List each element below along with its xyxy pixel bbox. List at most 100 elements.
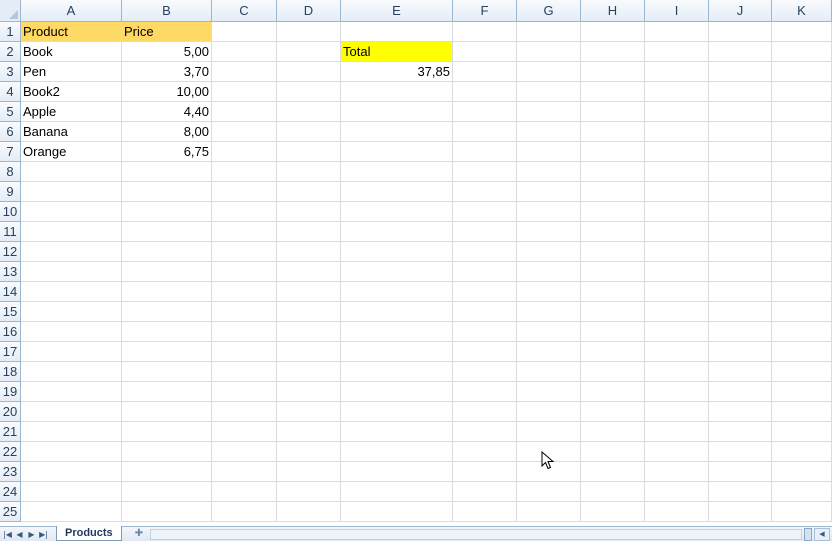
cell-f3[interactable] <box>453 62 517 82</box>
cell-b16[interactable] <box>122 322 212 342</box>
cell-f23[interactable] <box>453 462 517 482</box>
cell-h11[interactable] <box>581 222 645 242</box>
cell-d20[interactable] <box>277 402 341 422</box>
cell-k17[interactable] <box>772 342 832 362</box>
cell-g17[interactable] <box>517 342 581 362</box>
cell-k8[interactable] <box>772 162 832 182</box>
cell-b18[interactable] <box>122 362 212 382</box>
cell-j19[interactable] <box>709 382 772 402</box>
cell-g3[interactable] <box>517 62 581 82</box>
cell-h18[interactable] <box>581 362 645 382</box>
horizontal-scrollbar[interactable] <box>150 529 802 540</box>
cell-i13[interactable] <box>645 262 709 282</box>
cell-f16[interactable] <box>453 322 517 342</box>
cell-f14[interactable] <box>453 282 517 302</box>
cell-c9[interactable] <box>212 182 277 202</box>
cell-a3[interactable]: Pen <box>21 62 122 82</box>
cell-f2[interactable] <box>453 42 517 62</box>
cell-j14[interactable] <box>709 282 772 302</box>
cell-f11[interactable] <box>453 222 517 242</box>
cell-e16[interactable] <box>341 322 453 342</box>
cell-e9[interactable] <box>341 182 453 202</box>
cell-b10[interactable] <box>122 202 212 222</box>
cell-e17[interactable] <box>341 342 453 362</box>
cell-d12[interactable] <box>277 242 341 262</box>
cell-h13[interactable] <box>581 262 645 282</box>
cell-c18[interactable] <box>212 362 277 382</box>
cell-b5[interactable]: 4,40 <box>122 102 212 122</box>
cell-f9[interactable] <box>453 182 517 202</box>
cell-h21[interactable] <box>581 422 645 442</box>
cell-j1[interactable] <box>709 22 772 42</box>
cell-k25[interactable] <box>772 502 832 522</box>
insert-sheet-icon[interactable]: ✚ <box>130 528 148 540</box>
cell-c2[interactable] <box>212 42 277 62</box>
cell-d5[interactable] <box>277 102 341 122</box>
cell-e1[interactable] <box>341 22 453 42</box>
cell-c11[interactable] <box>212 222 277 242</box>
cell-a1[interactable]: Product <box>21 22 122 42</box>
cell-k2[interactable] <box>772 42 832 62</box>
row-header-13[interactable]: 13 <box>0 262 21 282</box>
cell-d8[interactable] <box>277 162 341 182</box>
cell-i6[interactable] <box>645 122 709 142</box>
cell-c23[interactable] <box>212 462 277 482</box>
cell-d4[interactable] <box>277 82 341 102</box>
cell-g25[interactable] <box>517 502 581 522</box>
cell-f7[interactable] <box>453 142 517 162</box>
cell-k12[interactable] <box>772 242 832 262</box>
cell-a9[interactable] <box>21 182 122 202</box>
cell-i19[interactable] <box>645 382 709 402</box>
row-header-18[interactable]: 18 <box>0 362 21 382</box>
scroll-left-icon[interactable]: ◀ <box>814 528 830 541</box>
cell-b6[interactable]: 8,00 <box>122 122 212 142</box>
cell-c13[interactable] <box>212 262 277 282</box>
cell-e2[interactable]: Total <box>341 42 453 62</box>
cell-c16[interactable] <box>212 322 277 342</box>
cell-j21[interactable] <box>709 422 772 442</box>
cell-d11[interactable] <box>277 222 341 242</box>
cell-a13[interactable] <box>21 262 122 282</box>
cell-d10[interactable] <box>277 202 341 222</box>
next-sheet-icon[interactable]: ▶ <box>26 529 37 540</box>
cell-d9[interactable] <box>277 182 341 202</box>
cell-j18[interactable] <box>709 362 772 382</box>
cell-h5[interactable] <box>581 102 645 122</box>
cell-h23[interactable] <box>581 462 645 482</box>
cell-f19[interactable] <box>453 382 517 402</box>
row-header-19[interactable]: 19 <box>0 382 21 402</box>
cell-i10[interactable] <box>645 202 709 222</box>
cell-c6[interactable] <box>212 122 277 142</box>
cell-a5[interactable]: Apple <box>21 102 122 122</box>
cell-a20[interactable] <box>21 402 122 422</box>
cell-e3[interactable]: 37,85 <box>341 62 453 82</box>
cell-c4[interactable] <box>212 82 277 102</box>
cell-c5[interactable] <box>212 102 277 122</box>
row-header-14[interactable]: 14 <box>0 282 21 302</box>
row-header-6[interactable]: 6 <box>0 122 21 142</box>
column-header-e[interactable]: E <box>341 0 453 22</box>
cell-j17[interactable] <box>709 342 772 362</box>
cell-g18[interactable] <box>517 362 581 382</box>
cell-b25[interactable] <box>122 502 212 522</box>
cell-k10[interactable] <box>772 202 832 222</box>
column-header-b[interactable]: B <box>122 0 212 22</box>
cell-b20[interactable] <box>122 402 212 422</box>
cell-e18[interactable] <box>341 362 453 382</box>
cell-f10[interactable] <box>453 202 517 222</box>
cell-f15[interactable] <box>453 302 517 322</box>
cell-h24[interactable] <box>581 482 645 502</box>
cell-h2[interactable] <box>581 42 645 62</box>
split-handle[interactable] <box>804 528 812 541</box>
first-sheet-icon[interactable]: |◀ <box>2 529 13 540</box>
cell-g11[interactable] <box>517 222 581 242</box>
cell-h25[interactable] <box>581 502 645 522</box>
cell-c10[interactable] <box>212 202 277 222</box>
cell-a2[interactable]: Book <box>21 42 122 62</box>
cell-i15[interactable] <box>645 302 709 322</box>
cell-d13[interactable] <box>277 262 341 282</box>
cell-h8[interactable] <box>581 162 645 182</box>
cell-e14[interactable] <box>341 282 453 302</box>
cell-h17[interactable] <box>581 342 645 362</box>
cell-f21[interactable] <box>453 422 517 442</box>
